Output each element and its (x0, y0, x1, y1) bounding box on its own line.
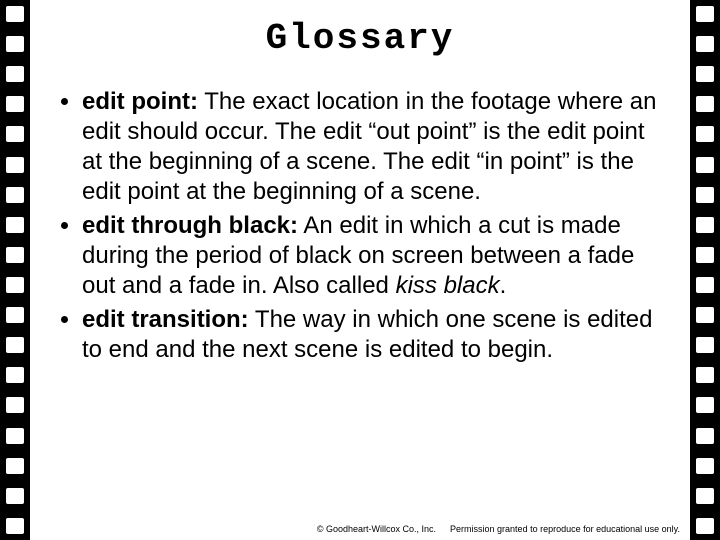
film-hole (6, 36, 24, 52)
glossary-term: edit transition: (82, 306, 249, 333)
film-hole (6, 337, 24, 353)
film-hole (696, 397, 714, 413)
page-title: Glossary (52, 18, 668, 59)
film-hole (6, 96, 24, 112)
film-hole (696, 518, 714, 534)
film-hole (696, 126, 714, 142)
film-hole (696, 36, 714, 52)
film-hole (696, 6, 714, 22)
film-hole (696, 488, 714, 504)
film-hole (696, 96, 714, 112)
film-hole (696, 367, 714, 383)
glossary-item: edit through black: An edit in which a c… (82, 211, 662, 301)
film-hole (6, 488, 24, 504)
glossary-item: edit point: The exact location in the fo… (82, 87, 662, 207)
glossary-list: edit point: The exact location in the fo… (52, 87, 668, 365)
film-hole (6, 247, 24, 263)
film-hole (696, 458, 714, 474)
copyright-text: © Goodheart-Willcox Co., Inc. (317, 524, 436, 534)
film-hole (696, 337, 714, 353)
film-hole (6, 518, 24, 534)
slide: Glossary edit point: The exact location … (0, 0, 720, 540)
glossary-term: edit through black: (82, 212, 298, 239)
film-hole (6, 277, 24, 293)
film-hole (696, 157, 714, 173)
film-hole (6, 6, 24, 22)
film-hole (6, 458, 24, 474)
film-hole (6, 217, 24, 233)
film-hole (696, 187, 714, 203)
glossary-definition-after: . (500, 272, 507, 299)
film-hole (6, 307, 24, 323)
film-hole (6, 367, 24, 383)
film-edge-left (0, 0, 30, 540)
permission-text: Permission granted to reproduce for educ… (450, 524, 680, 534)
film-hole (696, 428, 714, 444)
glossary-aka: kiss black (396, 272, 500, 299)
film-hole (6, 157, 24, 173)
film-hole (6, 126, 24, 142)
film-hole (696, 217, 714, 233)
film-hole (696, 247, 714, 263)
film-hole (6, 428, 24, 444)
glossary-term: edit point: (82, 88, 198, 115)
content-area: Glossary edit point: The exact location … (30, 0, 690, 540)
film-hole (6, 397, 24, 413)
film-edge-right (690, 0, 720, 540)
film-hole (6, 66, 24, 82)
footer: © Goodheart-Willcox Co., Inc. Permission … (317, 524, 680, 534)
film-hole (6, 187, 24, 203)
film-hole (696, 66, 714, 82)
glossary-item: edit transition: The way in which one sc… (82, 305, 662, 365)
film-hole (696, 307, 714, 323)
film-hole (696, 277, 714, 293)
